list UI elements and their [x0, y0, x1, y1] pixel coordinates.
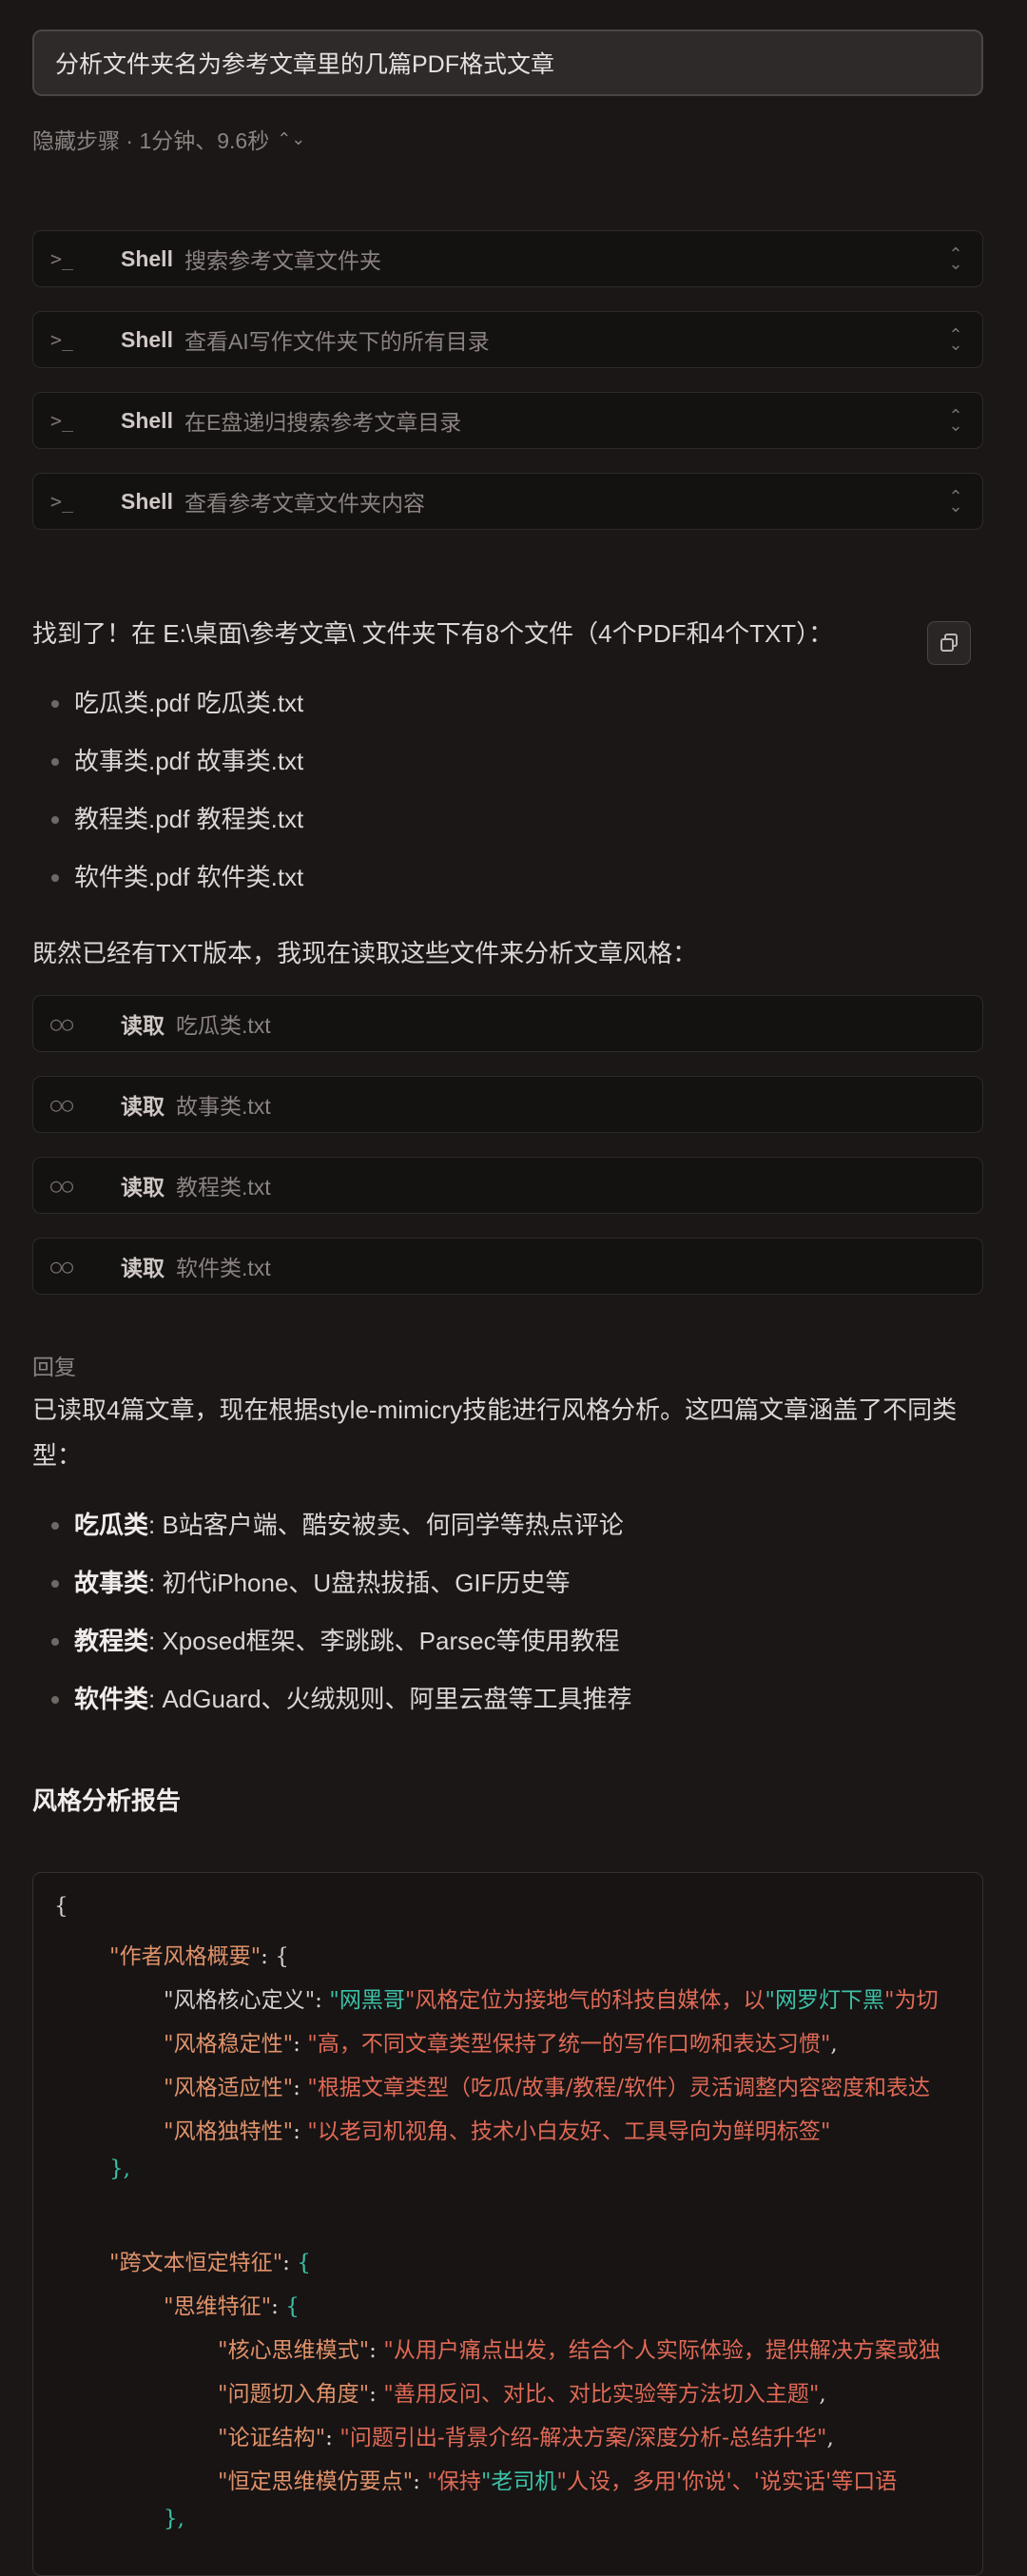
terminal-icon: >_ [50, 328, 74, 351]
reply-text-line: 已读取4篇文章，现在根据style-mimicry技能进行风格分析。这四篇文章涵… [32, 1395, 958, 1424]
file-list: 吃瓜类.pdf 吃瓜类.txt 故事类.pdf 故事类.txt 教程类.pdf … [32, 686, 303, 918]
code-line: "作者风格概要": { [109, 1944, 289, 1969]
expand-chevron-icon[interactable]: ⌃ ⌄ [946, 326, 965, 353]
expand-chevron-icon[interactable]: ⌃ ⌄ [946, 245, 965, 272]
code-line: "风格稳定性": "高，不同文章类型保持了统一的写作口吻和表达习惯", [164, 2032, 838, 2057]
category-desc: : 初代iPhone、U盘热拔插、GIF历史等 [148, 1569, 571, 1597]
code-line: "风格独特性": "以老司机视角、技术小白友好、工具导向为鲜明标签" [164, 2119, 831, 2144]
step-description: 软件类.txt [176, 1256, 271, 1280]
report-heading: 风格分析报告 [32, 1786, 182, 1815]
step-description: 吃瓜类.txt [176, 1013, 271, 1038]
glasses-icon: ○○ [50, 1174, 74, 1197]
list-item: 软件类: AdGuard、火绒规则、阿里云盘等工具推荐 [32, 1682, 632, 1740]
list-item: 吃瓜类: B站客户端、酷安被卖、何同学等热点评论 [32, 1508, 632, 1566]
step-description: 教程类.txt [176, 1175, 271, 1200]
list-item: 故事类.pdf 故事类.txt [32, 744, 303, 802]
step-tool-name: 读取 [121, 1256, 165, 1280]
code-line: "跨文本恒定特征": { [109, 2251, 311, 2275]
shell-step[interactable]: >_ Shell 查看AI写作文件夹下的所有目录 ⌃ ⌄ [32, 311, 983, 368]
step-description: 查看AI写作文件夹下的所有目录 [184, 329, 490, 354]
reply-text-line: 型： [32, 1441, 83, 1470]
code-line: "核心思维模式": "从用户痛点出发，结合个人实际体验，提供解决方案或独 [218, 2338, 940, 2363]
user-prompt-text: 分析文件夹名为参考文章里的几篇PDF格式文章 [55, 51, 555, 78]
category-desc: : AdGuard、火绒规则、阿里云盘等工具推荐 [148, 1685, 632, 1713]
step-tool-name: 读取 [121, 1013, 165, 1038]
user-prompt-box[interactable]: 分析文件夹名为参考文章里的几篇PDF格式文章 [32, 29, 983, 96]
shell-step[interactable]: >_ Shell 查看参考文章文件夹内容 ⌃ ⌄ [32, 473, 983, 530]
code-line: }, [109, 2156, 130, 2181]
step-tool-name: 读取 [121, 1175, 165, 1200]
category-label: 软件类 [74, 1685, 149, 1713]
terminal-icon: >_ [50, 409, 74, 432]
terminal-icon: >_ [50, 247, 74, 270]
category-label: 教程类 [74, 1627, 149, 1655]
terminal-icon: >_ [50, 490, 74, 513]
shell-step[interactable]: >_ Shell 搜索参考文章文件夹 ⌃ ⌄ [32, 230, 983, 287]
steps-toggle-label: 隐藏步骤 · 1分钟、9.6秒 [32, 128, 270, 153]
step-tool-name: Shell [121, 245, 173, 271]
read-step[interactable]: ○○ 读取 教程类.txt [32, 1157, 983, 1214]
read-step[interactable]: ○○ 读取 吃瓜类.txt [32, 995, 983, 1052]
step-description: 查看参考文章文件夹内容 [184, 491, 425, 516]
code-line: "风格核心定义": "网黑哥"风格定位为接地气的科技自媒体，以"网罗灯下黑"为切 [164, 1988, 939, 2013]
list-item: 吃瓜类.pdf 吃瓜类.txt [32, 686, 303, 744]
category-label: 吃瓜类 [74, 1511, 149, 1539]
shell-step[interactable]: >_ Shell 在E盘递归搜索参考文章目录 ⌃ ⌄ [32, 392, 983, 449]
step-description: 搜索参考文章文件夹 [184, 248, 381, 273]
step-description: 在E盘递归搜索参考文章目录 [184, 410, 462, 435]
found-files-text: 找到了！在 E:\桌面\参考文章\ 文件夹下有8个文件（4个PDF和4个TXT）… [32, 619, 834, 648]
expand-chevron-icon[interactable]: ⌃ ⌄ [946, 488, 965, 515]
category-desc: : B站客户端、酷安被卖、何同学等热点评论 [148, 1511, 624, 1539]
list-item: 故事类: 初代iPhone、U盘热拔插、GIF历史等 [32, 1566, 632, 1624]
category-label: 故事类 [74, 1569, 149, 1597]
code-line: }, [164, 2507, 184, 2531]
read-step[interactable]: ○○ 读取 故事类.txt [32, 1076, 983, 1133]
step-tool-name: Shell [121, 407, 173, 433]
code-block[interactable]: { "作者风格概要": { "风格核心定义": "网黑哥"风格定位为接地气的科技… [32, 1872, 983, 2576]
step-tool-name: 读取 [121, 1094, 165, 1119]
list-item: 教程类: Xposed框架、李跳跳、Parsec等使用教程 [32, 1624, 632, 1682]
code-line: "问题切入角度": "善用反问、对比、对比实验等方法切入主题", [218, 2382, 826, 2407]
glasses-icon: ○○ [50, 1255, 74, 1278]
read-step[interactable]: ○○ 读取 软件类.txt [32, 1238, 983, 1295]
read-intro-text: 既然已经有TXT版本，我现在读取这些文件来分析文章风格： [32, 939, 698, 967]
category-list: 吃瓜类: B站客户端、酷安被卖、何同学等热点评论 故事类: 初代iPhone、U… [32, 1508, 632, 1740]
step-tool-name: Shell [121, 326, 173, 352]
code-line: "思维特征": { [164, 2294, 300, 2319]
chevron-up-down-icon: ⌃⌄ [277, 128, 306, 148]
copy-icon [940, 634, 958, 652]
copy-button[interactable] [927, 621, 971, 665]
category-desc: : Xposed框架、李跳跳、Parsec等使用教程 [148, 1627, 620, 1655]
step-tool-name: Shell [121, 488, 173, 514]
list-item: 教程类.pdf 教程类.txt [32, 802, 303, 860]
reply-label: 回复 [32, 1355, 76, 1379]
list-item: 软件类.pdf 软件类.txt [32, 860, 303, 918]
code-line: "恒定思维模仿要点": "保持"老司机"人设，多用'你说'、'说实话'等口语 [218, 2469, 898, 2494]
step-description: 故事类.txt [176, 1094, 271, 1119]
glasses-icon: ○○ [50, 1093, 74, 1116]
code-line: { [54, 1894, 68, 1919]
hide-steps-toggle[interactable]: 隐藏步骤 · 1分钟、9.6秒 ⌃⌄ [32, 122, 305, 156]
code-line: "论证结构": "问题引出-背景介绍-解决方案/深度分析-总结升华", [218, 2426, 834, 2450]
expand-chevron-icon[interactable]: ⌃ ⌄ [946, 407, 965, 434]
glasses-icon: ○○ [50, 1012, 74, 1035]
code-line: "风格适应性": "根据文章类型（吃瓜/故事/教程/软件）灵活调整内容密度和表达 [164, 2076, 931, 2100]
